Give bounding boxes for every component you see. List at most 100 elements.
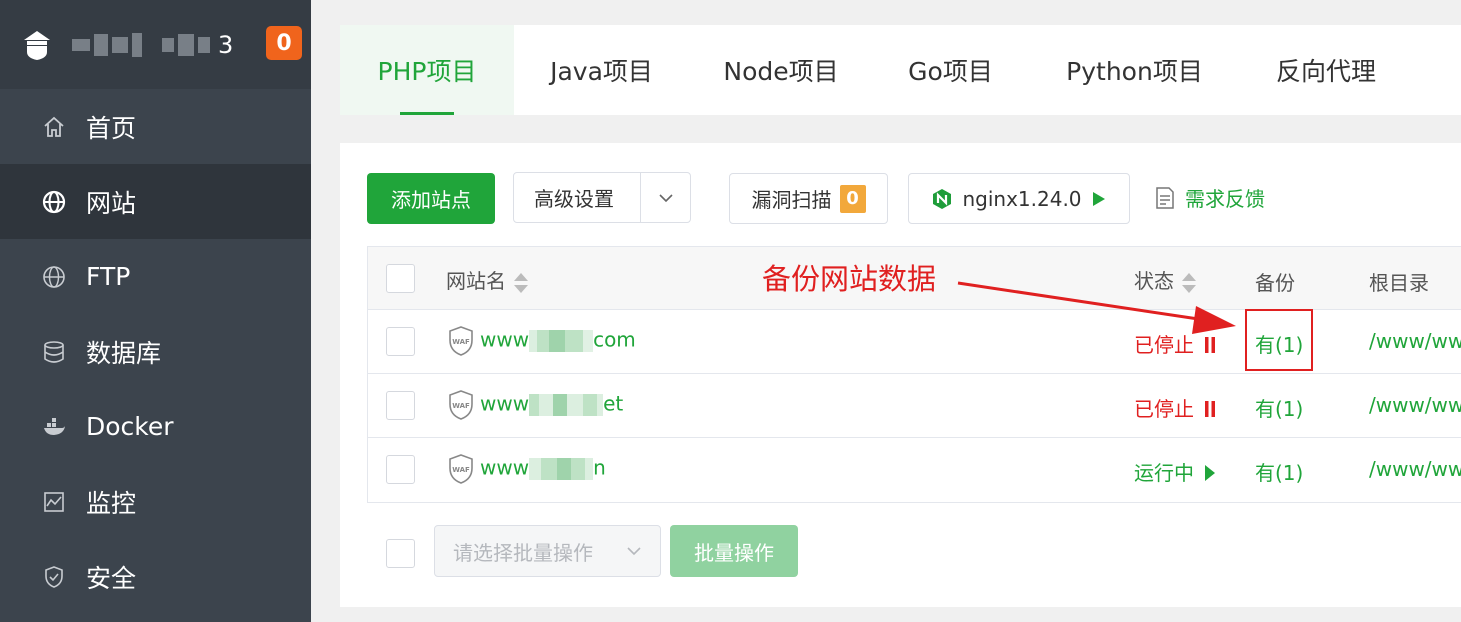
backup-link[interactable]: 有(1): [1255, 393, 1303, 422]
tab-python[interactable]: Python项目: [1028, 25, 1241, 115]
column-header-backup: 备份: [1255, 271, 1295, 295]
site-name-prefix: www: [480, 391, 530, 416]
nginx-status-button[interactable]: nginx1.24.0: [908, 173, 1130, 224]
site-name-prefix: www: [480, 455, 530, 480]
bulk-action-select[interactable]: 请选择批量操作: [434, 525, 661, 577]
home-icon: [42, 115, 66, 139]
nginx-version: nginx1.24.0: [962, 186, 1082, 211]
bulk-select-all-checkbox[interactable]: [386, 539, 415, 568]
site-name-suffix: n: [593, 455, 606, 480]
nginx-icon: [933, 188, 952, 209]
sidebar-item-label: 安全: [86, 563, 137, 593]
sidebar-item-database[interactable]: 数据库: [0, 314, 311, 389]
root-path-link[interactable]: /www/ww: [1369, 457, 1461, 481]
sidebar-item-docker[interactable]: Docker: [0, 389, 311, 464]
project-tabs: PHP项目 Java项目 Node项目 Go项目 Python项目 反向代理: [340, 25, 1461, 115]
select-all-checkbox[interactable]: [386, 264, 415, 293]
sidebar-item-monitor[interactable]: 监控: [0, 464, 311, 539]
sidebar-item-security[interactable]: 安全: [0, 539, 311, 614]
chevron-down-icon[interactable]: [640, 173, 690, 222]
sidebar: 3 0 首页 网站 FTP 数据库 Docker 监控 安全: [0, 0, 311, 622]
sidebar-item-label: 首页: [86, 113, 137, 143]
sidebar-item-ftp[interactable]: FTP: [0, 239, 311, 314]
sidebar-item-label: 监控: [86, 488, 137, 518]
feedback-link[interactable]: 需求反馈: [1155, 183, 1265, 212]
row-checkbox[interactable]: [386, 455, 415, 484]
database-icon: [42, 340, 66, 364]
tab-php[interactable]: PHP项目: [340, 25, 514, 115]
play-icon: [1205, 465, 1216, 481]
add-site-button[interactable]: 添加站点: [367, 173, 495, 224]
svg-text:WAF: WAF: [452, 402, 470, 410]
server-name-tail: 3: [218, 30, 234, 59]
sidebar-header: 3 0: [0, 0, 311, 89]
site-name-suffix: com: [593, 327, 636, 352]
tab-reverse-proxy[interactable]: 反向代理: [1241, 25, 1411, 115]
server-name: 3: [72, 31, 233, 59]
monitor-icon: [42, 490, 66, 514]
site-list-panel: 添加站点 高级设置 漏洞扫描 0 nginx1.24.0 需求反馈 网站名 状态…: [340, 143, 1461, 607]
advanced-settings-dropdown[interactable]: 高级设置: [513, 172, 691, 223]
tab-go[interactable]: Go项目: [873, 25, 1028, 115]
table-row: WAF www et 已停止 有(1) /www/ww: [368, 374, 1461, 438]
sidebar-item-label: FTP: [86, 262, 131, 291]
vuln-scan-label: 漏洞扫描: [751, 188, 832, 212]
column-header-name-label: 网站名: [446, 269, 506, 293]
root-path-link[interactable]: /www/ww: [1369, 393, 1461, 417]
site-name-link[interactable]: WAF www et: [448, 390, 623, 420]
backup-link[interactable]: 有(1): [1255, 457, 1303, 486]
status-stopped[interactable]: 已停止: [1134, 329, 1216, 358]
highlight-box: [1245, 309, 1313, 371]
sort-icon[interactable]: [514, 272, 528, 294]
notification-badge[interactable]: 0: [266, 26, 302, 60]
root-path-link[interactable]: /www/ww: [1369, 329, 1461, 353]
site-name-link[interactable]: WAF www n: [448, 454, 606, 484]
bulk-action-button[interactable]: 批量操作: [670, 525, 798, 577]
site-name-link[interactable]: WAF www com: [448, 326, 636, 356]
sidebar-item-website[interactable]: 网站: [0, 164, 311, 239]
site-name-prefix: www: [480, 327, 530, 352]
bulk-action-placeholder: 请选择批量操作: [453, 540, 593, 565]
column-header-status-label: 状态: [1134, 269, 1174, 293]
column-header-name[interactable]: 网站名: [446, 265, 528, 294]
column-header-status[interactable]: 状态: [1134, 265, 1196, 294]
column-header-root: 根目录: [1369, 271, 1429, 295]
shield-icon: [42, 565, 66, 589]
waf-shield-icon: WAF: [449, 454, 473, 484]
status-label: 已停止: [1134, 333, 1194, 357]
sidebar-item-home[interactable]: 首页: [0, 89, 311, 164]
waf-shield-icon: WAF: [449, 390, 473, 420]
table-row: WAF www n 运行中 有(1) /www/ww: [368, 438, 1461, 502]
row-checkbox[interactable]: [386, 327, 415, 356]
status-label: 运行中: [1134, 461, 1194, 485]
svg-text:WAF: WAF: [452, 466, 470, 474]
vuln-count-badge: 0: [839, 184, 866, 213]
docker-icon: [42, 415, 66, 439]
pause-icon: [1205, 337, 1216, 353]
status-running[interactable]: 运行中: [1134, 457, 1216, 486]
tab-node[interactable]: Node项目: [689, 25, 873, 115]
globe-icon: [42, 190, 66, 214]
svg-text:WAF: WAF: [452, 338, 470, 346]
sidebar-item-label: 数据库: [86, 338, 162, 368]
redacted-text: [529, 330, 594, 352]
pause-icon: [1205, 401, 1216, 417]
row-checkbox[interactable]: [386, 391, 415, 420]
vuln-scan-button[interactable]: 漏洞扫描 0: [729, 173, 888, 224]
feedback-icon: [1156, 186, 1174, 209]
sidebar-item-label: Docker: [86, 412, 174, 441]
site-name-suffix: et: [603, 391, 624, 416]
sidebar-item-label: 网站: [86, 188, 137, 218]
advanced-settings-label: 高级设置: [534, 187, 614, 211]
sort-icon[interactable]: [1182, 272, 1196, 294]
tab-java[interactable]: Java项目: [514, 25, 689, 115]
annotation-label: 备份网站数据: [762, 262, 937, 296]
status-label: 已停止: [1134, 397, 1194, 421]
redacted-text: [529, 394, 604, 416]
redacted-text: [529, 458, 594, 480]
ftp-globe-icon: [42, 265, 66, 289]
feedback-label: 需求反馈: [1185, 187, 1265, 211]
play-icon: [1092, 191, 1105, 206]
status-stopped[interactable]: 已停止: [1134, 393, 1216, 422]
logo-icon: [24, 30, 50, 60]
